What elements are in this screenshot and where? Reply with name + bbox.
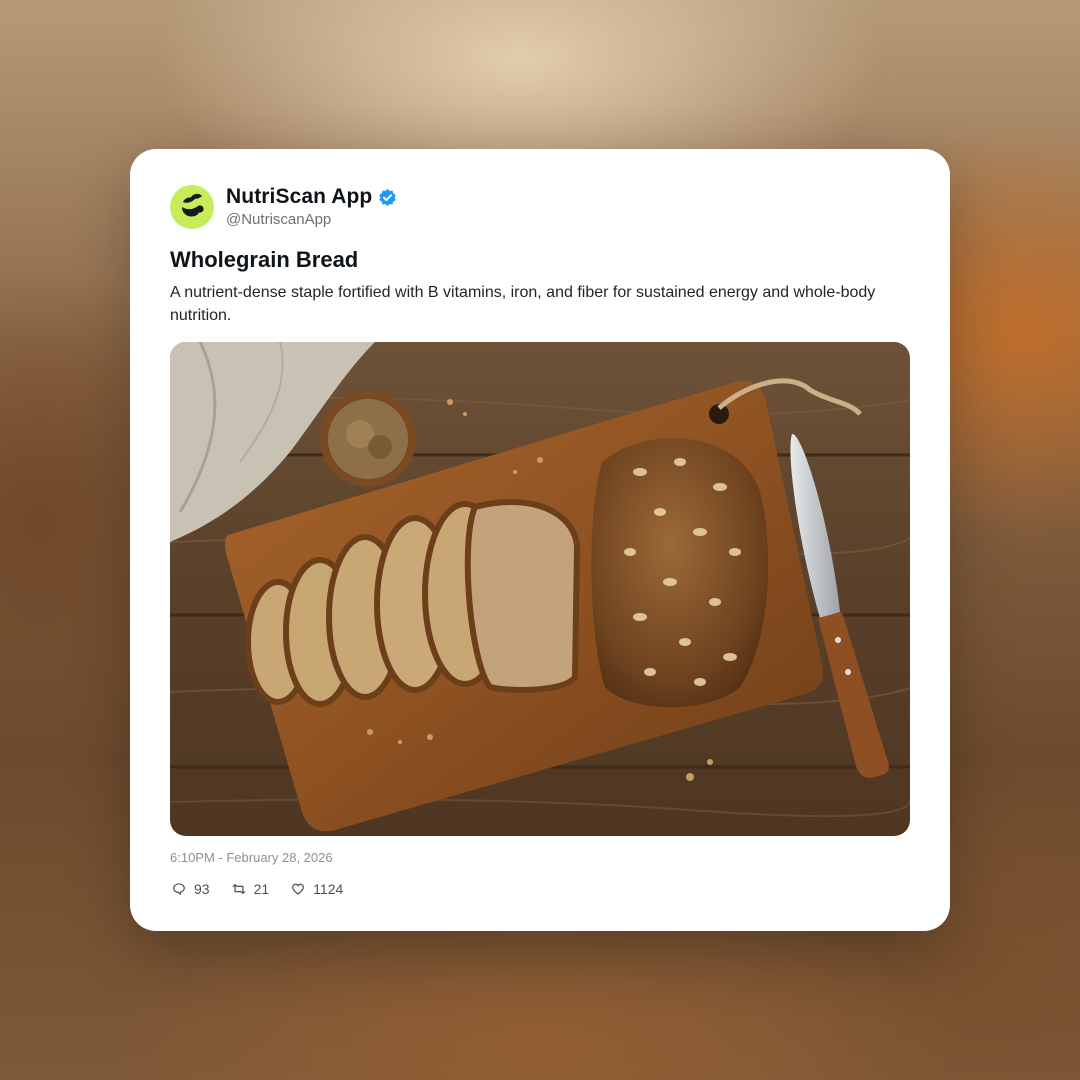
account-handle[interactable]: @NutriscanApp	[226, 211, 331, 228]
post-image[interactable]	[170, 342, 910, 836]
retweet-count: 21	[253, 881, 270, 897]
retweet-button[interactable]: 21	[232, 881, 270, 897]
post-timestamp[interactable]: 6:10PM - February 28, 2026	[170, 850, 333, 865]
account-name[interactable]: NutriScan App	[226, 185, 372, 209]
account-name-row: NutriScan App	[226, 185, 397, 209]
comment-bubble-icon	[173, 883, 185, 895]
engagement-stats: 93 21 1124	[172, 881, 365, 897]
like-count: 1124	[313, 881, 344, 897]
avatar[interactable]	[170, 185, 214, 229]
reply-count: 93	[194, 881, 210, 897]
post-card: NutriScan App @NutriscanApp Wholegrain B…	[130, 149, 950, 931]
reply-button[interactable]: 93	[172, 881, 210, 897]
post-description: A nutrient-dense staple fortified with B…	[170, 284, 876, 324]
retweet-icon	[232, 884, 245, 894]
heart-icon	[292, 883, 305, 895]
post-title: Wholegrain Bread	[170, 247, 359, 272]
like-button[interactable]: 1124	[291, 881, 343, 897]
leaf-logo-icon	[182, 193, 204, 217]
verified-badge-icon	[379, 188, 397, 206]
